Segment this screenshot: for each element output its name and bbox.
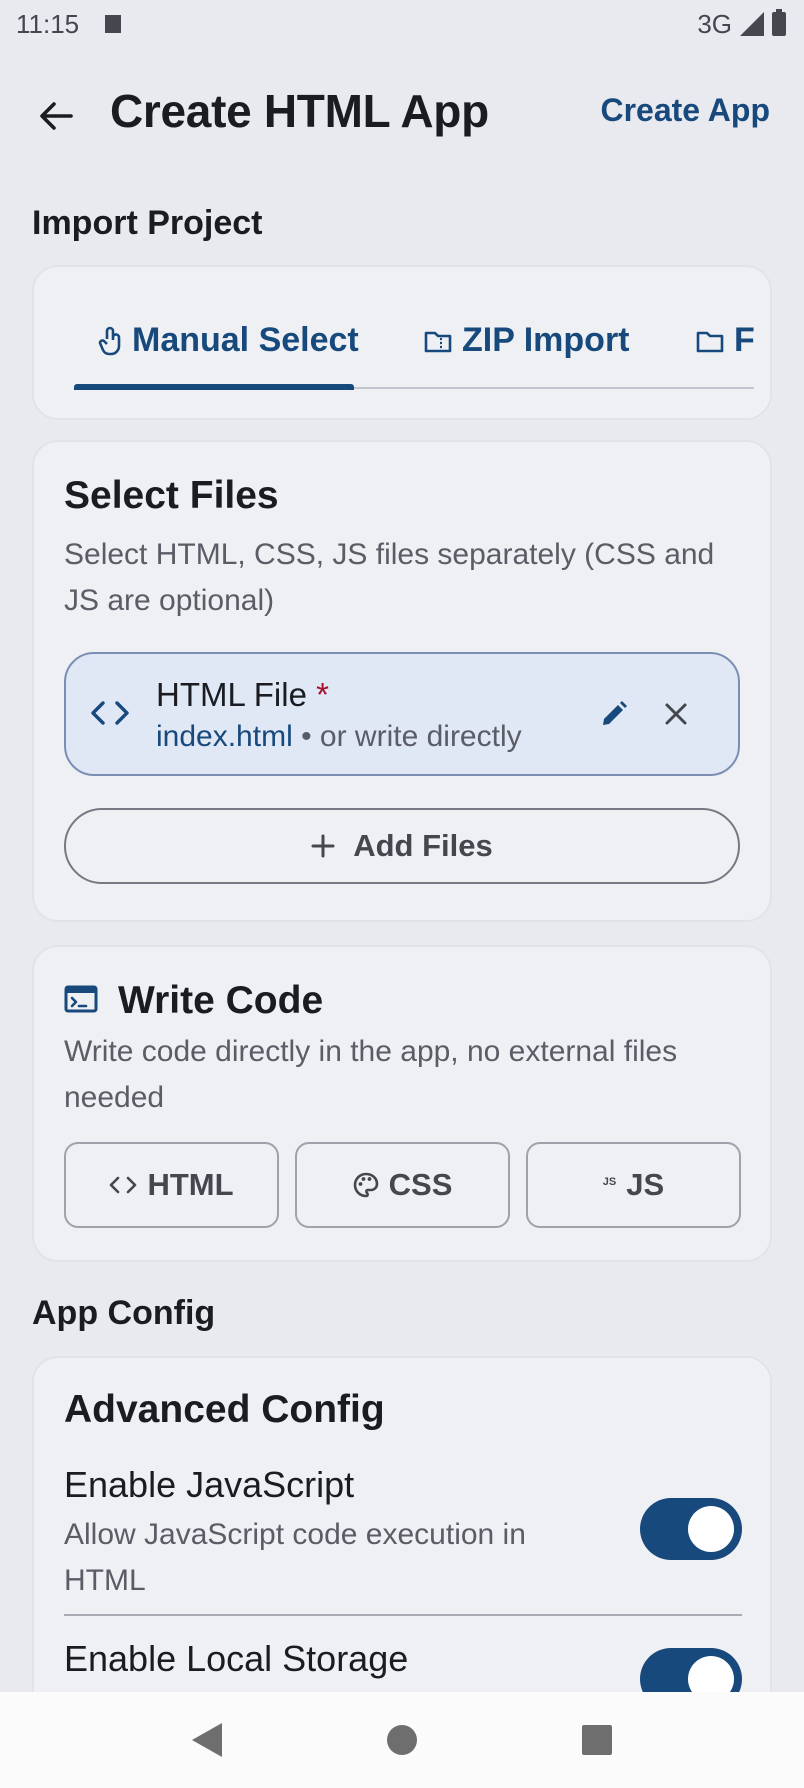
tab-zip-import[interactable]: ZIP Import bbox=[424, 321, 630, 360]
enable-javascript-switch[interactable] bbox=[640, 1498, 742, 1560]
create-app-button[interactable]: Create App bbox=[600, 92, 770, 129]
import-tabs-card: Manual Select ZIP Import F bbox=[32, 265, 772, 420]
tab-indicator bbox=[74, 384, 354, 390]
nav-home-icon[interactable] bbox=[386, 1725, 417, 1755]
terminal-icon bbox=[64, 985, 98, 1013]
touch-icon bbox=[98, 326, 121, 355]
file-hint: • or write directly bbox=[292, 720, 522, 753]
notification-icon bbox=[105, 15, 122, 33]
app-config-label: App Config bbox=[32, 1294, 216, 1332]
signal-icon bbox=[740, 12, 764, 36]
write-code-card: Write Code Write code directly in the ap… bbox=[32, 945, 772, 1262]
status-time: 11:15 bbox=[16, 8, 80, 39]
tab-label: ZIP Import bbox=[462, 321, 630, 359]
js-icon: JS bbox=[602, 1176, 617, 1188]
write-html-button[interactable]: HTML bbox=[64, 1142, 279, 1228]
battery-icon bbox=[772, 9, 786, 36]
network-type: 3G bbox=[697, 8, 732, 39]
pencil-icon bbox=[603, 701, 627, 725]
back-button[interactable] bbox=[30, 90, 82, 142]
select-files-card: Select Files Select HTML, CSS, JS files … bbox=[32, 440, 772, 922]
add-files-button[interactable]: Add Files bbox=[64, 808, 740, 884]
select-files-description: Select HTML, CSS, JS files separately (C… bbox=[64, 538, 715, 617]
nav-recents-icon[interactable] bbox=[581, 1725, 612, 1755]
folder-icon bbox=[696, 331, 724, 352]
enable-local-storage-title: Enable Local Storage bbox=[64, 1638, 409, 1679]
import-project-label: Import Project bbox=[32, 204, 263, 242]
switch-knob bbox=[688, 1506, 734, 1552]
add-files-label: Add Files bbox=[353, 828, 493, 863]
close-icon bbox=[665, 703, 687, 725]
file-type-label: HTML File bbox=[156, 676, 307, 713]
system-nav-bar bbox=[0, 1692, 804, 1788]
write-code-title: Write Code bbox=[118, 979, 324, 1022]
file-subtitle: index.html • or write directly bbox=[156, 720, 522, 754]
top-app-bar: Create HTML App Create App bbox=[0, 70, 804, 150]
required-mark: * bbox=[316, 676, 329, 713]
advanced-config-title: Advanced Config bbox=[64, 1388, 385, 1431]
file-name: index.html bbox=[156, 720, 293, 753]
write-css-button[interactable]: CSS bbox=[295, 1142, 510, 1228]
enable-javascript-description: Allow JavaScript code execution in HTML bbox=[64, 1518, 526, 1597]
tab-manual-select[interactable]: Manual Select bbox=[98, 321, 359, 360]
tab-label: F bbox=[734, 321, 755, 359]
enable-javascript-title: Enable JavaScript bbox=[64, 1464, 355, 1505]
nav-back-icon[interactable] bbox=[192, 1723, 223, 1757]
html-file-item[interactable]: HTML File * index.html • or write direct… bbox=[64, 652, 740, 776]
html-button-label: HTML bbox=[147, 1167, 234, 1202]
config-divider bbox=[64, 1614, 742, 1616]
zip-folder-icon bbox=[424, 331, 452, 352]
palette-icon bbox=[353, 1172, 378, 1198]
plus-icon bbox=[311, 834, 335, 858]
css-button-label: CSS bbox=[388, 1167, 453, 1202]
select-files-title: Select Files bbox=[64, 474, 279, 517]
page-title: Create HTML App bbox=[110, 85, 489, 137]
edit-file-button[interactable] bbox=[594, 694, 634, 734]
write-code-description: Write code directly in the app, no exter… bbox=[64, 1035, 678, 1114]
js-button-label: JS bbox=[626, 1167, 665, 1202]
write-js-button[interactable]: JS JS bbox=[526, 1142, 741, 1228]
tab-folder-import[interactable]: F bbox=[696, 321, 755, 360]
arrow-back-icon bbox=[40, 102, 73, 130]
remove-file-button[interactable] bbox=[656, 694, 696, 734]
status-bar: 11:15 3G bbox=[0, 0, 804, 48]
code-icon bbox=[91, 701, 129, 725]
html-file-label: HTML File * bbox=[156, 676, 329, 714]
code-icon bbox=[110, 1176, 137, 1194]
tab-label: Manual Select bbox=[132, 321, 359, 359]
